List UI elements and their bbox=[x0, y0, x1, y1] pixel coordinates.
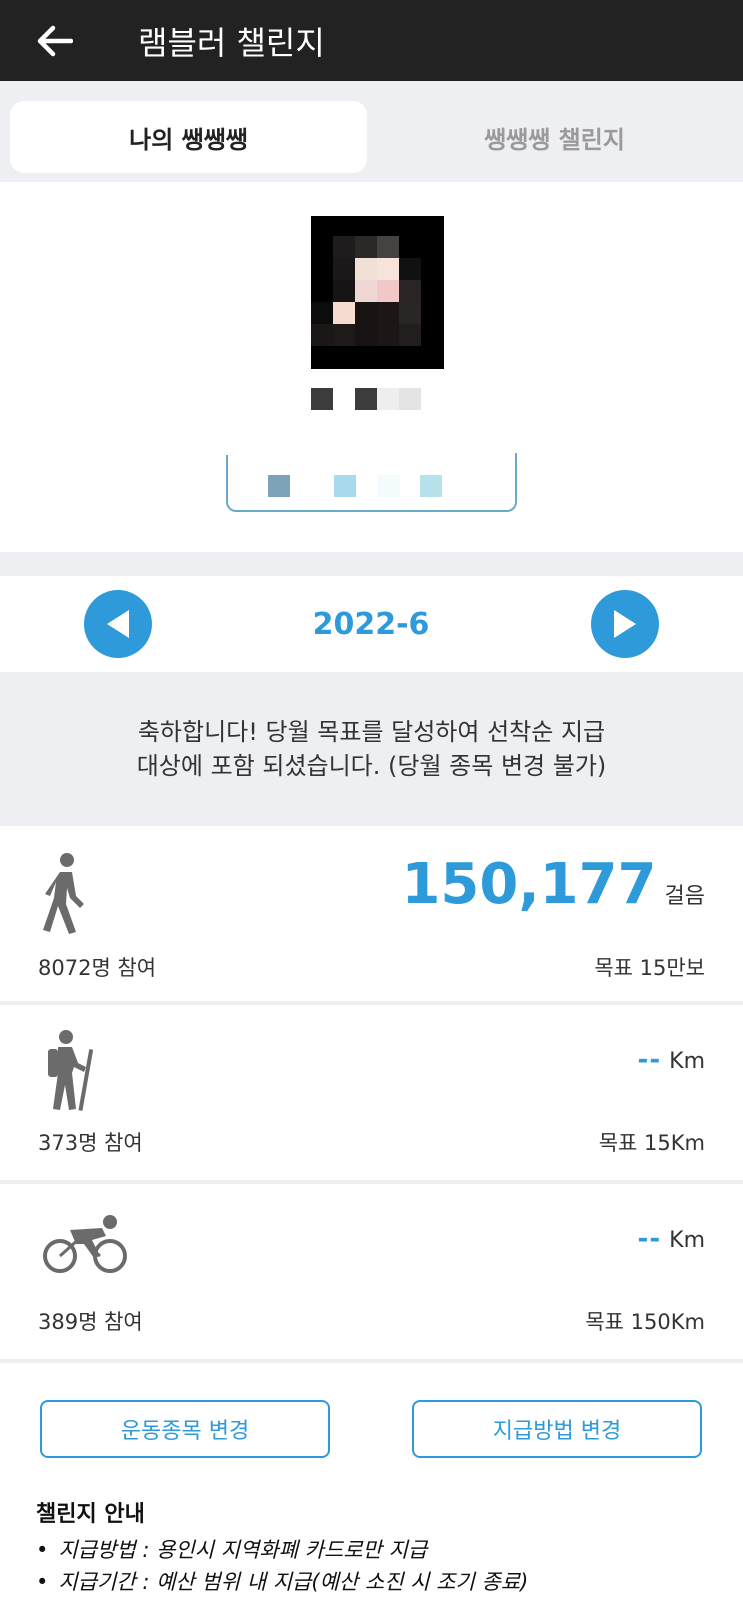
next-month-button[interactable] bbox=[591, 590, 659, 658]
guide-title: 챌린지 안내 bbox=[36, 1502, 145, 1527]
month-label: 2022-6 bbox=[312, 606, 430, 642]
profile-section bbox=[0, 182, 743, 552]
hiking-unit: Km bbox=[669, 1049, 705, 1074]
activity-card-hiking[interactable]: -- Km 373명 참여 목표 15Km bbox=[0, 1005, 743, 1184]
activity-card-cycling[interactable]: -- Km 389명 참여 목표 150Km bbox=[0, 1184, 743, 1363]
walking-steps: 150,177 bbox=[401, 852, 657, 917]
profile-badge-redacted bbox=[226, 453, 517, 512]
cycling-unit: Km bbox=[669, 1228, 705, 1253]
previous-month-button[interactable] bbox=[84, 590, 152, 658]
hiking-goal: 목표 15Km bbox=[598, 1131, 705, 1155]
triangle-left-icon bbox=[107, 610, 129, 638]
notice-line: 축하합니다! 당월 목표를 달성하여 선착순 지급 bbox=[137, 718, 606, 746]
cycling-value: -- Km bbox=[638, 1224, 705, 1254]
back-button[interactable] bbox=[0, 0, 110, 81]
walking-unit: 걸음 bbox=[664, 884, 705, 909]
cycling-goal: 목표 150Km bbox=[585, 1310, 705, 1334]
notice-line: 대상에 포함 되셨습니다. (당월 종목 변경 불가) bbox=[136, 752, 607, 780]
hiking-value: -- Km bbox=[638, 1045, 705, 1075]
avatar bbox=[311, 216, 444, 369]
tab-bar: 나의 쌩쌩쌩 쌩쌩쌩 챌린지 bbox=[0, 81, 743, 182]
hiking-participants: 373명 참여 bbox=[38, 1131, 143, 1155]
cycling-participants: 389명 참여 bbox=[38, 1310, 143, 1334]
walking-icon bbox=[43, 853, 84, 934]
change-sport-button[interactable]: 운동종목 변경 bbox=[40, 1400, 330, 1458]
hiking-distance: -- bbox=[637, 1045, 662, 1075]
app-bar: 램블러 챌린지 bbox=[0, 0, 743, 81]
month-navigator: 2022-6 bbox=[0, 576, 743, 672]
guide-item-text: 지급기간 : 예산 범위 내 지급(예산 소진 시 조기 종료) bbox=[58, 1570, 529, 1594]
walking-value: 150,177 걸음 bbox=[401, 852, 705, 917]
activity-card-walking[interactable]: 150,177 걸음 8072명 참여 목표 15만보 bbox=[0, 826, 743, 1005]
arrow-left-icon bbox=[37, 25, 73, 56]
page-title: 램블러 챌린지 bbox=[138, 23, 325, 62]
guide-item: • 지급방법 : 용인시 지역화폐 카드로만 지급 bbox=[36, 1538, 428, 1562]
guide-item-text: 지급방법 : 용인시 지역화폐 카드로만 지급 bbox=[58, 1538, 428, 1562]
cycling-icon bbox=[43, 1215, 127, 1273]
achievement-notice: 축하합니다! 당월 목표를 달성하여 선착순 지급 대상에 포함 되셨습니다. … bbox=[0, 672, 743, 826]
triangle-right-icon bbox=[614, 610, 636, 638]
walking-goal: 목표 15만보 bbox=[594, 956, 705, 980]
profile-name-redacted bbox=[311, 388, 423, 410]
hiking-icon bbox=[48, 1030, 94, 1111]
tab-challenge-ranking[interactable]: 쌩쌩쌩 챌린지 bbox=[376, 101, 733, 173]
guide-item: • 지급기간 : 예산 범위 내 지급(예산 소진 시 조기 종료) bbox=[36, 1570, 529, 1594]
tab-my-challenge[interactable]: 나의 쌩쌩쌩 bbox=[10, 101, 367, 173]
walking-participants: 8072명 참여 bbox=[38, 956, 157, 980]
cycling-distance: -- bbox=[637, 1224, 662, 1254]
divider bbox=[0, 552, 743, 576]
challenge-guide: 챌린지 안내 • 지급방법 : 용인시 지역화폐 카드로만 지급 • 지급기간 : … bbox=[36, 1496, 716, 1598]
change-payment-button[interactable]: 지급방법 변경 bbox=[412, 1400, 702, 1458]
